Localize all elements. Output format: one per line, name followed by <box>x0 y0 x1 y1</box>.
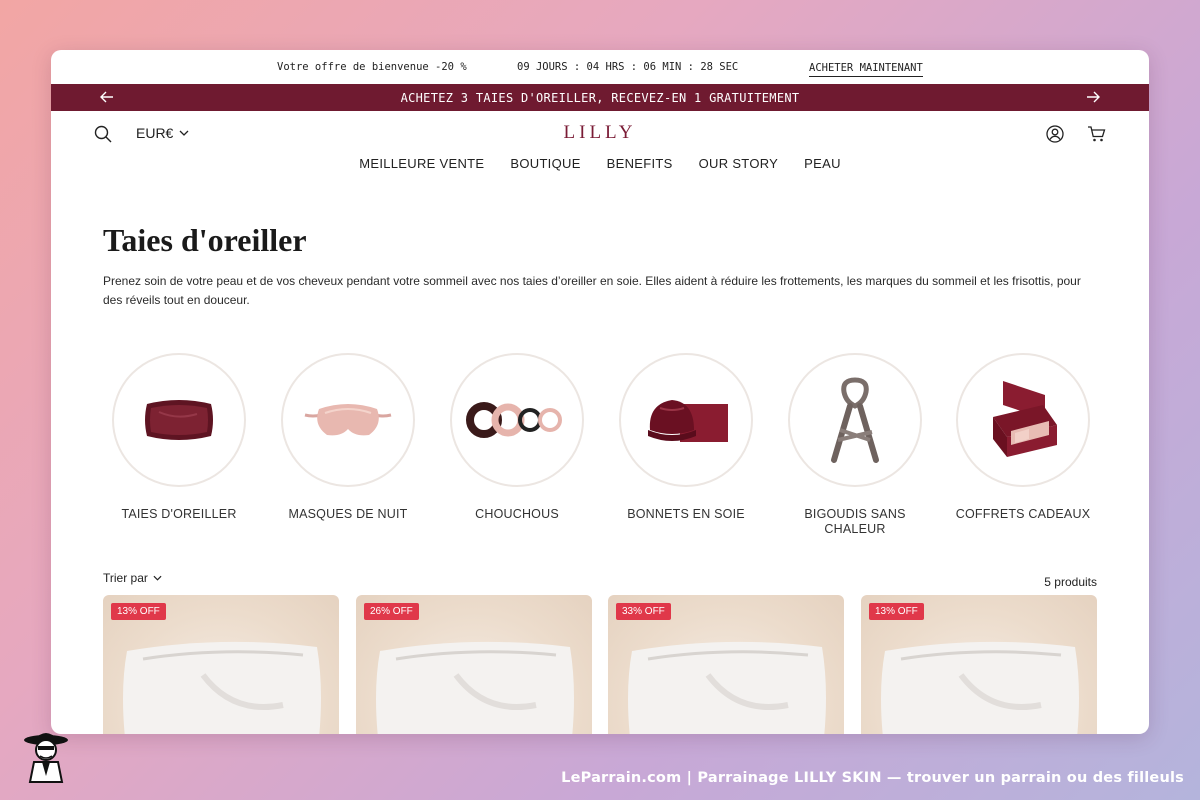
category-list: TAIES D'OREILLER MASQUES DE NUIT CHOUCHO… <box>101 353 1101 553</box>
scrunchies-icon <box>466 402 562 438</box>
promo-banner: ACHETEZ 3 TAIES D'OREILLER, RECEVEZ-EN 1… <box>51 84 1149 111</box>
announcement-bar: Votre offre de bienvenue -20 % 09 JOURS … <box>51 50 1149 84</box>
footer-caption: LeParrain.com | Parrainage LILLY SKIN — … <box>561 770 1184 786</box>
category-label: BIGOUDIS SANS CHALEUR <box>804 507 906 536</box>
product-card[interactable]: 13% OFF <box>103 595 339 734</box>
browser-window: Votre offre de bienvenue -20 % 09 JOURS … <box>51 50 1149 734</box>
category-label: BONNETS EN SOIE <box>627 507 745 521</box>
product-card[interactable]: 33% OFF <box>608 595 844 734</box>
main-nav: MEILLEURE VENTE BOUTIQUE BENEFITS OUR ST… <box>51 156 1149 171</box>
category-label: MASQUES DE NUIT <box>288 507 408 521</box>
buy-now-link[interactable]: ACHETER MAINTENANT <box>809 62 923 77</box>
category-image <box>450 353 584 487</box>
arrow-right-icon[interactable] <box>1085 89 1101 105</box>
category-taies-oreiller[interactable]: TAIES D'OREILLER <box>109 353 249 522</box>
category-image <box>112 353 246 487</box>
discount-badge: 13% OFF <box>111 603 166 620</box>
leparrain-logo-icon <box>24 733 68 783</box>
nav-item-boutique[interactable]: BOUTIQUE <box>510 156 580 171</box>
category-label: CHOUCHOUS <box>475 507 559 521</box>
discount-badge: 13% OFF <box>869 603 924 620</box>
site-header: EUR€ LILLY <box>51 111 1149 156</box>
nav-item-meilleure-vente[interactable]: MEILLEURE VENTE <box>359 156 484 171</box>
nav-item-benefits[interactable]: BENEFITS <box>607 156 673 171</box>
category-chouchous[interactable]: CHOUCHOUS <box>447 353 587 522</box>
category-image <box>619 353 753 487</box>
cart-icon[interactable] <box>1087 125 1106 143</box>
category-bigoudis[interactable]: BIGOUDIS SANS CHALEUR <box>785 353 925 537</box>
silk-bonnet-icon <box>648 400 728 442</box>
arrow-left-icon[interactable] <box>99 89 115 105</box>
sleep-mask-icon <box>304 404 392 436</box>
discount-badge: 26% OFF <box>364 603 419 620</box>
sort-label: Trier par <box>103 571 148 585</box>
product-count: 5 produits <box>1044 575 1097 589</box>
account-icon[interactable] <box>1046 125 1064 143</box>
gift-box-icon <box>993 381 1057 457</box>
page-description: Prenez soin de votre peau et de vos chev… <box>103 274 1081 307</box>
category-coffrets[interactable]: COFFRETS CADEAUX <box>953 353 1093 522</box>
heatless-curler-icon <box>831 377 879 463</box>
product-card[interactable]: 26% OFF <box>356 595 592 734</box>
category-label: COFFRETS CADEAUX <box>955 507 1091 521</box>
nav-item-our-story[interactable]: OUR STORY <box>699 156 779 171</box>
discount-badge: 33% OFF <box>616 603 671 620</box>
product-grid: 13% OFF 26% OFF 33% OFF 13% OFF <box>103 595 1097 734</box>
category-masques-nuit[interactable]: MASQUES DE NUIT <box>278 353 418 522</box>
product-card[interactable]: 13% OFF <box>861 595 1097 734</box>
site-logo[interactable]: LILLY <box>51 122 1149 144</box>
welcome-offer-text: Votre offre de bienvenue -20 % <box>277 61 467 73</box>
category-bonnets-soie[interactable]: BONNETS EN SOIE <box>616 353 756 522</box>
nav-item-peau[interactable]: PEAU <box>804 156 841 171</box>
sort-dropdown[interactable]: Trier par <box>103 571 162 585</box>
category-image <box>788 353 922 487</box>
pillowcase-icon <box>145 400 213 440</box>
category-image <box>281 353 415 487</box>
category-image <box>956 353 1090 487</box>
category-label: TAIES D'OREILLER <box>121 507 237 521</box>
countdown-timer: 09 JOURS : 04 HRS : 06 MIN : 28 SEC <box>517 61 739 73</box>
chevron-down-icon <box>153 575 162 581</box>
promo-text: ACHETEZ 3 TAIES D'OREILLER, RECEVEZ-EN 1… <box>400 90 800 105</box>
page-title: Taies d'oreiller <box>103 222 307 258</box>
